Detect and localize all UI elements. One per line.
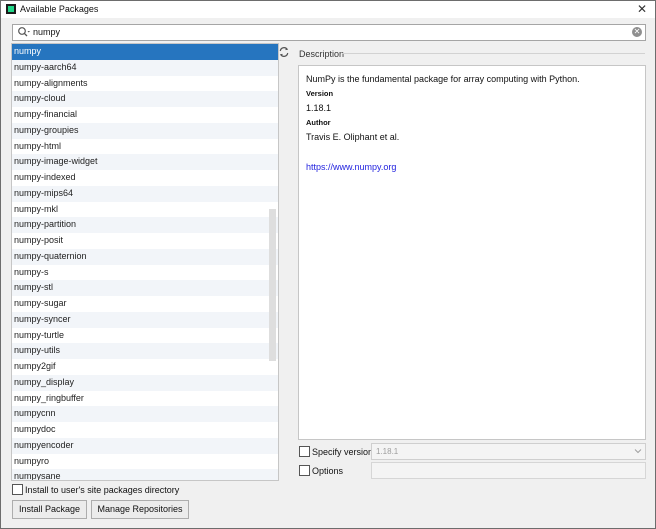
package-list-item[interactable]: numpy2gif	[12, 359, 278, 375]
refresh-icon[interactable]	[278, 45, 290, 59]
window-title: Available Packages	[20, 4, 99, 14]
search-input[interactable]: numpy ✕	[12, 24, 646, 41]
specify-version-label: Specify version	[312, 447, 374, 457]
pycharm-app-icon	[6, 4, 16, 14]
author-heading: Author	[306, 118, 331, 127]
package-author: Travis E. Oliphant et al.	[306, 132, 400, 142]
install-user-site-checkbox[interactable]	[12, 484, 23, 495]
package-list-item[interactable]: numpyro	[12, 454, 278, 470]
options-label: Options	[312, 466, 344, 476]
package-list-item[interactable]: numpy-partition	[12, 217, 278, 233]
description-label: Description	[299, 49, 345, 59]
package-list-item[interactable]: numpy-image-widget	[12, 154, 278, 170]
install-package-button[interactable]: Install Package	[12, 500, 87, 519]
description-separator	[342, 53, 645, 54]
package-list-item[interactable]: numpy-aarch64	[12, 59, 278, 76]
specify-version-checkbox[interactable]	[299, 446, 310, 457]
package-list-item[interactable]: numpy_ringbuffer	[12, 391, 278, 407]
package-list-item[interactable]: numpyencoder	[12, 437, 278, 454]
package-list-item[interactable]: numpy-mkl	[12, 202, 278, 218]
package-list-item[interactable]: numpy-turtle	[12, 328, 278, 344]
description-panel: NumPy is the fundamental package for arr…	[298, 65, 646, 440]
options-input[interactable]	[371, 462, 646, 479]
version-select-value: 1.18.1	[376, 447, 399, 456]
search-value[interactable]: numpy	[33, 27, 60, 37]
package-list: numpy numpy-aarch64 numpy-alignments numpy-…	[12, 44, 278, 480]
package-list-item[interactable]: numpy-cloud	[12, 91, 278, 107]
version-heading: Version	[306, 89, 334, 98]
search-icon[interactable]	[17, 26, 31, 39]
package-summary: NumPy is the fundamental package for arr…	[306, 74, 580, 84]
package-list-item[interactable]: numpy-mips64	[12, 185, 278, 202]
package-list-item[interactable]: numpysane	[12, 469, 278, 480]
manage-repositories-button[interactable]: Manage Repositories	[91, 500, 189, 519]
list-scrollbar-thumb[interactable]	[269, 209, 276, 361]
close-icon[interactable]: ✕	[637, 2, 647, 16]
clear-search-icon[interactable]: ✕	[632, 27, 642, 37]
package-list-item[interactable]: numpy	[12, 44, 278, 60]
package-list-item[interactable]: numpydoc	[12, 422, 278, 438]
available-packages-dialog: Available Packages ✕ numpy ✕ numpy numpy-…	[0, 0, 656, 529]
package-list-item[interactable]: numpy-sugar	[12, 296, 278, 312]
package-list-item[interactable]: numpy-alignments	[12, 76, 278, 92]
package-list-item[interactable]: numpy-indexed	[12, 170, 278, 186]
package-list-item[interactable]: numpy_display	[12, 374, 278, 391]
package-version: 1.18.1	[306, 103, 332, 113]
options-checkbox[interactable]	[299, 465, 310, 476]
package-list-item[interactable]: numpy-posit	[12, 233, 278, 249]
package-list-item[interactable]: numpy-syncer	[12, 311, 278, 328]
package-list-item[interactable]: numpy-stl	[12, 280, 278, 296]
package-list-item[interactable]: numpy-html	[12, 139, 278, 155]
package-list-item[interactable]: numpy-utils	[12, 343, 278, 359]
package-list-item[interactable]: numpy-s	[12, 265, 278, 281]
version-select[interactable]: 1.18.1	[371, 443, 646, 460]
package-list-panel: numpy numpy-aarch64 numpy-alignments numpy-…	[11, 43, 279, 481]
package-list-item[interactable]: numpy-quaternion	[12, 248, 278, 265]
package-homepage-link[interactable]: https://www.numpy.org	[306, 162, 396, 172]
chevron-down-icon	[634, 449, 642, 454]
package-list-item[interactable]: numpy-financial	[12, 107, 278, 123]
package-list-item[interactable]: numpy-groupies	[12, 122, 278, 139]
package-list-item[interactable]: numpycnn	[12, 406, 278, 422]
install-user-site-label: Install to user's site packages director…	[25, 485, 180, 495]
title-bar: Available Packages ✕	[1, 1, 655, 18]
